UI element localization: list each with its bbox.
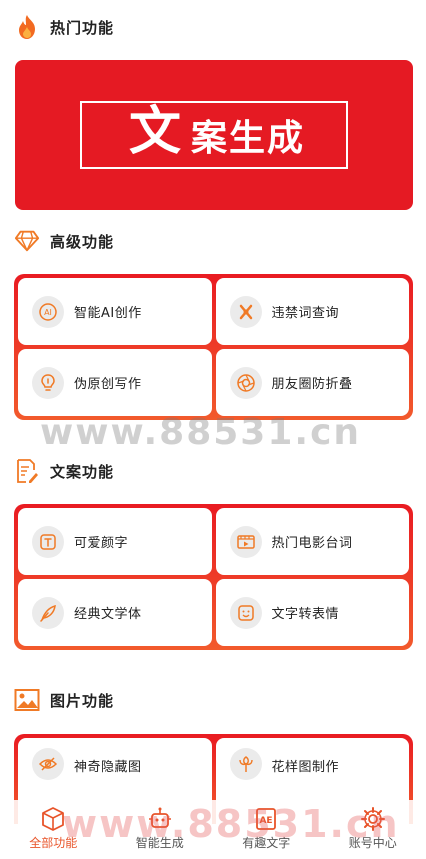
svg-text:AE: AE [260, 816, 273, 826]
tile-label: 热门电影台词 [271, 536, 353, 551]
section-advanced-header: 高级功能 [14, 227, 114, 255]
banner-big-char: 文 [122, 106, 187, 158]
section-title: 图片功能 [50, 691, 115, 710]
banner-text: 案生成 [191, 118, 306, 159]
tile-ai-create[interactable]: AI 智能AI创作 [18, 278, 212, 345]
tile-label: 朋友圈防折叠 [271, 377, 353, 392]
section-image-header: 图片功能 [14, 686, 114, 714]
svg-text:AI: AI [44, 308, 52, 317]
text-fun-icon: AE [256, 808, 277, 830]
tile-label: 花样图制作 [271, 760, 340, 775]
tab-label: 有趣文字 [242, 836, 291, 850]
lightbulb-icon [32, 366, 64, 399]
section-title: 高级功能 [50, 232, 115, 251]
section-hot-header: 热门功能 [14, 13, 114, 41]
tile-text-to-emoji[interactable]: 文字转表情 [215, 579, 409, 646]
text-box-icon [32, 525, 64, 558]
tile-label: 文字转表情 [271, 607, 340, 622]
advanced-grid: AI 智能AI创作 违禁词查询 伪原创写作 朋友圈防折叠 [14, 274, 413, 420]
smiley-icon [229, 596, 262, 629]
tile-label: 可爱颜字 [74, 536, 129, 551]
image-icon [14, 687, 40, 713]
tab-label: 全部功能 [29, 836, 78, 850]
feather-icon [32, 596, 64, 629]
tile-label: 经典文学体 [74, 607, 142, 622]
eye-hidden-icon [32, 748, 64, 780]
section-title: 热门功能 [50, 18, 115, 37]
tile-movie-lines[interactable]: 热门电影台词 [215, 508, 409, 575]
banner-frame: 文 案生成 [80, 101, 348, 169]
tile-pseudo-original[interactable]: 伪原创写作 [18, 349, 212, 416]
diamond-icon [14, 228, 40, 254]
tile-anti-fold[interactable]: 朋友圈防折叠 [215, 349, 409, 416]
ai-icon: AI [32, 295, 64, 328]
section-copy-header: 文案功能 [14, 457, 114, 485]
document-edit-icon [14, 458, 40, 484]
tile-label: 违禁词查询 [271, 306, 340, 321]
tile-cute-font[interactable]: 可爱颜字 [18, 508, 212, 575]
tab-label: 智能生成 [135, 836, 184, 850]
tab-account-center[interactable]: 账号中心 [320, 800, 426, 859]
flower-icon [229, 748, 262, 780]
tile-label: 伪原创写作 [74, 377, 142, 392]
shutter-icon [229, 366, 262, 399]
tab-all-functions[interactable]: 全部功能 [0, 800, 107, 859]
copy-grid: 可爱颜字 热门电影台词 经典文学体 文字转表情 [14, 504, 413, 650]
cube-icon [42, 807, 65, 831]
tab-smart-generate[interactable]: 智能生成 [107, 800, 214, 859]
bottom-tab-bar: 全部功能 智能生成 AE 有趣文字 账号中心 [0, 800, 426, 859]
tile-forbidden-words[interactable]: 违禁词查询 [215, 278, 409, 345]
tile-classic-literature[interactable]: 经典文学体 [18, 579, 212, 646]
section-title: 文案功能 [50, 462, 115, 481]
forbidden-word-icon [229, 295, 262, 328]
tile-label: 神奇隐藏图 [74, 760, 142, 775]
flame-icon [14, 14, 40, 40]
copy-generate-banner[interactable]: 文 案生成 [15, 60, 413, 210]
tile-label: 智能AI创作 [74, 306, 142, 321]
tab-fun-text[interactable]: AE 有趣文字 [213, 800, 320, 859]
film-icon [229, 525, 262, 558]
robot-icon [148, 807, 171, 828]
gear-icon [360, 807, 385, 831]
tab-label: 账号中心 [348, 836, 397, 850]
